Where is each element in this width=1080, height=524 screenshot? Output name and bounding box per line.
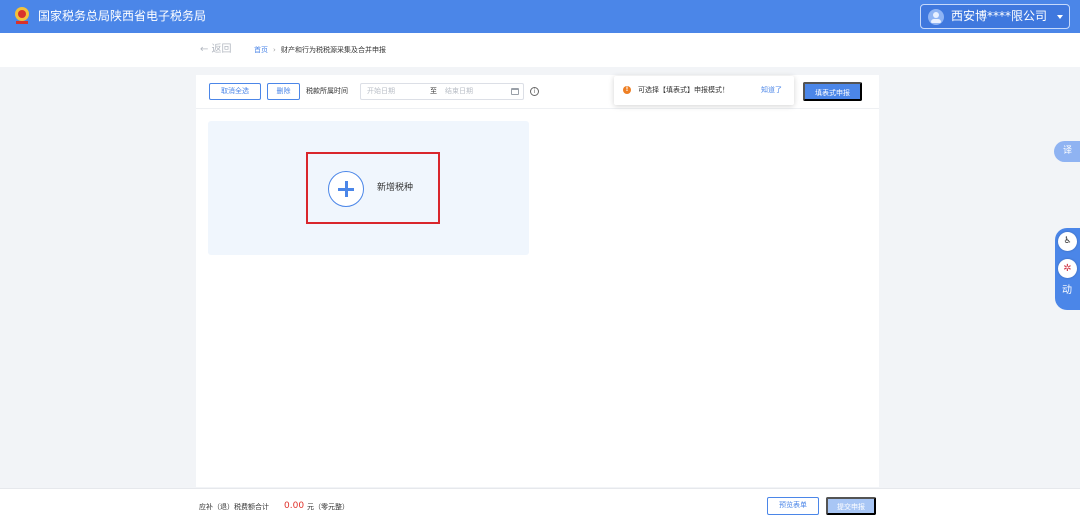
warning-icon: !	[623, 86, 631, 94]
add-tax-type-label[interactable]: 新增税种	[377, 183, 413, 194]
user-avatar-icon	[928, 9, 944, 25]
total-tax-amount: 0.00	[284, 501, 305, 511]
user-menu[interactable]: 西安博****限公司	[920, 4, 1070, 29]
highlight-box	[306, 152, 440, 224]
user-name: 西安博****限公司	[951, 9, 1048, 23]
end-date-input[interactable]: 结束日期	[445, 87, 473, 96]
calendar-icon[interactable]	[511, 88, 519, 95]
submit-declaration-button[interactable]: 提交申报	[826, 497, 876, 515]
breadcrumb-current: 财产和行为税税源采集及合并申报	[281, 46, 386, 54]
breadcrumb: ← 返回 首页 › 财产和行为税税源采集及合并申报	[0, 33, 1080, 67]
top-bar: 国家税务总局陕西省电子税务局 西安博****限公司	[0, 0, 1080, 33]
preview-form-button[interactable]: 预览表单	[767, 497, 819, 515]
fill-form-declare-button[interactable]: 填表式申报	[803, 82, 862, 101]
chevron-down-icon	[1057, 15, 1063, 19]
breadcrumb-home[interactable]: 首页	[254, 46, 268, 55]
ai-assistant-icon[interactable]: ✲	[1058, 259, 1077, 278]
tax-period-label: 税款所属时间	[306, 87, 348, 95]
plus-icon[interactable]	[328, 171, 364, 207]
toast-dismiss-link[interactable]: 知道了	[761, 86, 782, 95]
app-title: 国家税务总局陕西省电子税务局	[38, 9, 207, 23]
interact-label: 动	[1062, 285, 1072, 296]
mode-tip-toast: ! 可选择【填表式】申报模式！ 知道了	[614, 76, 794, 105]
emblem-icon	[15, 7, 29, 24]
total-tax-label: 应补（退）税费额合计	[199, 503, 269, 511]
date-range-picker[interactable]: 开始日期 至 结束日期	[360, 83, 524, 100]
translate-icon[interactable]: 译	[1054, 141, 1080, 162]
toolbar-divider	[196, 108, 879, 109]
toast-message: 可选择【填表式】申报模式！	[638, 86, 729, 94]
accessibility-icon[interactable]: ♿	[1058, 232, 1077, 251]
start-date-input[interactable]: 开始日期	[367, 87, 395, 96]
cancel-select-all-button[interactable]: 取消全选	[209, 83, 261, 100]
total-tax-unit: 元（零元整）	[307, 503, 349, 511]
back-link[interactable]: ← 返回	[200, 44, 232, 56]
breadcrumb-separator: ›	[273, 46, 276, 54]
date-range-separator: 至	[430, 87, 437, 95]
info-icon[interactable]: i	[530, 87, 539, 96]
delete-button[interactable]: 删除	[267, 83, 300, 100]
footer-bar: 应补（退）税费额合计 0.00 元（零元整） 预览表单 提交申报	[0, 488, 1080, 524]
